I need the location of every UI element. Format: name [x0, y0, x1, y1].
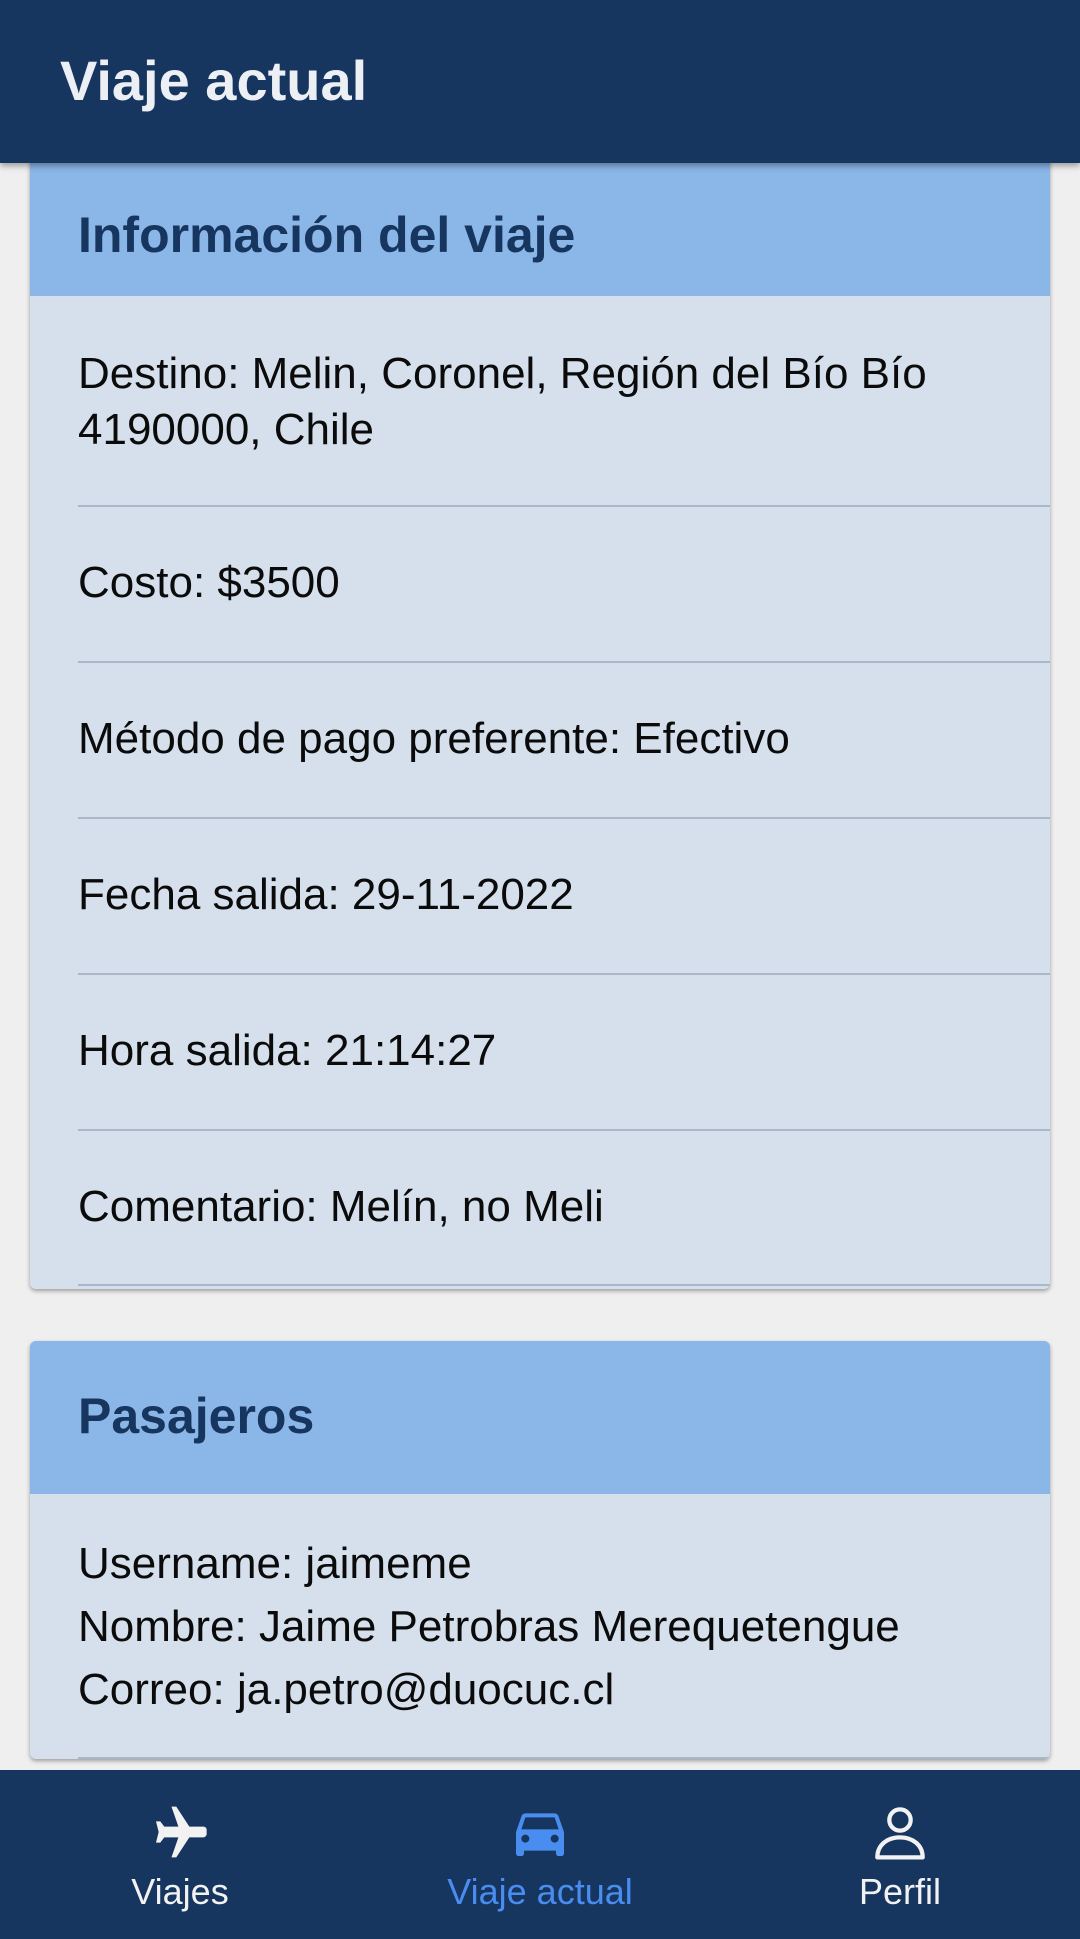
tab-viajes-label: Viajes [131, 1871, 229, 1912]
airplane-icon [156, 1806, 207, 1858]
passenger-email: Correo: ja.petro@duocuc.cl [78, 1665, 615, 1714]
person-icon [875, 1807, 925, 1860]
tab-viajes[interactable]: Viajes [30, 1770, 330, 1939]
departure-date-item: Fecha salida: 29-11-2022 [78, 819, 1050, 975]
app-header: Viaje actual [0, 0, 1080, 163]
passenger-username: Username: jaimeme [78, 1539, 472, 1588]
cost-item: Costo: $3500 [78, 507, 1050, 663]
departure-time-item: Hora salida: 21:14:27 [78, 975, 1050, 1131]
departure-date-text: Fecha salida: 29-11-2022 [78, 870, 574, 919]
car-icon [516, 1813, 564, 1856]
cost-text: Costo: $3500 [78, 558, 340, 607]
payment-method-item: Método de pago preferente: Efectivo [78, 663, 1050, 819]
passengers-title: Pasajeros [78, 1388, 315, 1444]
tab-viaje-actual[interactable]: Viaje actual [390, 1770, 690, 1939]
tab-perfil[interactable]: Perfil [750, 1770, 1050, 1939]
bottom-tab-bar: Viajes Viaje actual Perfil [0, 1770, 1080, 1939]
destination-line-2: 4190000, Chile [78, 405, 375, 454]
page-title: Viaje actual [60, 49, 368, 112]
departure-time-text: Hora salida: 21:14:27 [78, 1026, 497, 1075]
trip-info-card-header: Información del viaje [30, 163, 1050, 296]
tab-viaje-actual-label: Viaje actual [447, 1871, 633, 1912]
main-content[interactable]: Información del viaje Destino: Melin, Co… [0, 163, 1080, 1770]
passengers-card: Pasajeros Username: jaimeme Nombre: Jaim… [30, 1341, 1050, 1759]
trip-info-card: Información del viaje Destino: Melin, Co… [30, 163, 1050, 1289]
comment-item: Comentario: Melín, no Meli [78, 1131, 1050, 1286]
comment-text: Comentario: Melín, no Meli [78, 1182, 604, 1231]
destination-item: Destino: Melin, Coronel, Región del Bío … [78, 296, 1050, 507]
passengers-card-header: Pasajeros [30, 1341, 1050, 1494]
destination-line-1: Destino: Melin, Coronel, Región del Bío … [78, 349, 927, 398]
tab-perfil-label: Perfil [858, 1871, 942, 1912]
passenger-name: Nombre: Jaime Petrobras Merequetengue [78, 1602, 900, 1651]
trip-info-title: Información del viaje [78, 207, 576, 263]
payment-method-text: Método de pago preferente: Efectivo [78, 714, 790, 763]
passenger-item: Username: jaimeme Nombre: Jaime Petrobra… [78, 1494, 1050, 1759]
